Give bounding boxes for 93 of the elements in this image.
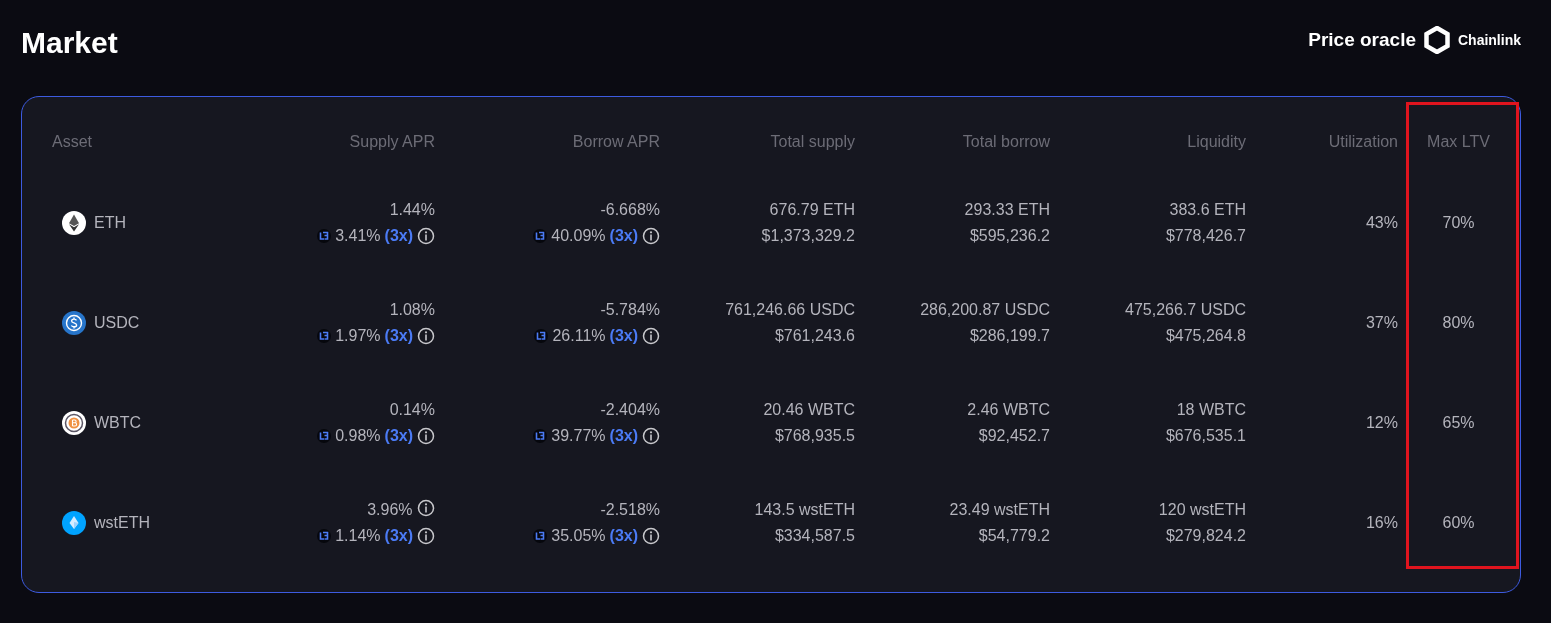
coin-icon bbox=[62, 211, 86, 235]
multiplier: (3x) bbox=[609, 426, 638, 446]
column-header: Borrow APR bbox=[571, 132, 660, 152]
token-amount: 143.5 wstETH bbox=[753, 500, 855, 520]
column-header: Asset bbox=[52, 132, 93, 152]
usd-value: $778,426.7 bbox=[1164, 226, 1246, 246]
protocol-logo-icon bbox=[317, 529, 332, 543]
max-ltv-value: 70% bbox=[1441, 213, 1476, 233]
max-ltv-value: 60% bbox=[1441, 513, 1476, 533]
utilization-value: 43% bbox=[1364, 213, 1398, 233]
protocol-logo-icon bbox=[533, 429, 548, 443]
token-amount: 2.46 WBTC bbox=[966, 400, 1050, 420]
max-ltv-value: 80% bbox=[1441, 313, 1476, 333]
protocol-logo-icon bbox=[534, 329, 549, 343]
oracle-label: Price oracle bbox=[1308, 27, 1416, 52]
usd-value: $595,236.2 bbox=[968, 226, 1050, 246]
info-icon[interactable] bbox=[417, 327, 435, 345]
protocol-logo-icon bbox=[533, 229, 548, 243]
protocol-logo-icon bbox=[317, 329, 332, 343]
usd-value: $54,779.2 bbox=[977, 526, 1050, 546]
usd-value: $334,587.5 bbox=[773, 526, 855, 546]
column-header: Total borrow bbox=[961, 132, 1050, 152]
info-icon[interactable] bbox=[417, 227, 435, 245]
apr-value: 3.96% bbox=[367, 501, 413, 518]
page-title: Market bbox=[21, 28, 118, 58]
apr-value: -2.518% bbox=[600, 501, 660, 518]
usd-value: $92,452.7 bbox=[977, 426, 1050, 446]
utilization-value: 16% bbox=[1364, 513, 1398, 533]
apr-value: -5.784% bbox=[600, 301, 660, 318]
boosted-apr: 26.11% bbox=[552, 326, 606, 346]
apr-value: 0.14% bbox=[389, 401, 435, 418]
token-amount: 475,266.7 USDC bbox=[1124, 300, 1246, 320]
coin-icon bbox=[62, 411, 86, 435]
utilization-value: 12% bbox=[1364, 413, 1398, 433]
multiplier: (3x) bbox=[609, 326, 638, 346]
usd-value: $286,199.7 bbox=[968, 326, 1050, 346]
usd-value: $1,373,329.2 bbox=[760, 226, 855, 246]
multiplier: (3x) bbox=[609, 526, 638, 546]
asset-name: ETH bbox=[94, 213, 126, 233]
oracle-provider: Chainlink bbox=[1458, 30, 1521, 50]
column-header: Liquidity bbox=[1186, 132, 1246, 152]
info-icon[interactable] bbox=[417, 427, 435, 445]
hexagon-icon bbox=[1424, 26, 1450, 54]
asset-name: wstETH bbox=[94, 513, 150, 533]
info-icon[interactable] bbox=[642, 327, 660, 345]
token-amount: 18 WBTC bbox=[1175, 400, 1246, 420]
multiplier: (3x) bbox=[384, 526, 413, 546]
boosted-apr: 3.41% bbox=[335, 226, 381, 246]
usd-value: $279,824.2 bbox=[1164, 526, 1246, 546]
boosted-apr: 1.14% bbox=[335, 526, 381, 546]
token-amount: 120 wstETH bbox=[1157, 500, 1246, 520]
protocol-logo-icon bbox=[317, 429, 332, 443]
apr-value: 1.44% bbox=[389, 201, 435, 218]
multiplier: (3x) bbox=[384, 326, 413, 346]
token-amount: 20.46 WBTC bbox=[762, 400, 855, 420]
token-amount: 383.6 ETH bbox=[1168, 200, 1246, 220]
multiplier: (3x) bbox=[384, 426, 413, 446]
usd-value: $761,243.6 bbox=[773, 326, 855, 346]
token-amount: 23.49 wstETH bbox=[948, 500, 1050, 520]
boosted-apr: 40.09% bbox=[551, 226, 606, 246]
utilization-value: 37% bbox=[1364, 313, 1398, 333]
info-icon[interactable] bbox=[642, 527, 660, 545]
protocol-logo-icon bbox=[533, 529, 548, 543]
multiplier: (3x) bbox=[609, 226, 638, 246]
token-amount: 761,246.66 USDC bbox=[724, 300, 855, 320]
column-header: Max LTV bbox=[1426, 132, 1491, 152]
apr-value: 1.08% bbox=[389, 301, 435, 318]
coin-icon bbox=[62, 311, 86, 335]
info-icon[interactable] bbox=[642, 227, 660, 245]
column-header: Utilization bbox=[1327, 132, 1398, 152]
column-header: Supply APR bbox=[348, 132, 435, 152]
protocol-logo-icon bbox=[317, 229, 332, 243]
info-icon[interactable] bbox=[417, 499, 435, 517]
token-amount: 286,200.87 USDC bbox=[919, 300, 1050, 320]
token-amount: 676.79 ETH bbox=[768, 200, 855, 220]
max-ltv-value: 65% bbox=[1441, 413, 1476, 433]
column-header: Total supply bbox=[769, 132, 855, 152]
asset-name: WBTC bbox=[94, 413, 142, 433]
info-icon[interactable] bbox=[642, 427, 660, 445]
usd-value: $768,935.5 bbox=[773, 426, 855, 446]
boosted-apr: 39.77% bbox=[551, 426, 606, 446]
coin-icon bbox=[62, 511, 86, 535]
apr-value: -2.404% bbox=[600, 401, 660, 418]
token-amount: 293.33 ETH bbox=[963, 200, 1050, 220]
apr-value: -6.668% bbox=[600, 201, 660, 218]
multiplier: (3x) bbox=[384, 226, 413, 246]
boosted-apr: 1.97% bbox=[335, 326, 381, 346]
boosted-apr: 0.98% bbox=[335, 426, 381, 446]
usd-value: $676,535.1 bbox=[1164, 426, 1246, 446]
asset-name: USDC bbox=[94, 313, 140, 333]
usd-value: $475,264.8 bbox=[1164, 326, 1246, 346]
boosted-apr: 35.05% bbox=[551, 526, 606, 546]
info-icon[interactable] bbox=[417, 527, 435, 545]
